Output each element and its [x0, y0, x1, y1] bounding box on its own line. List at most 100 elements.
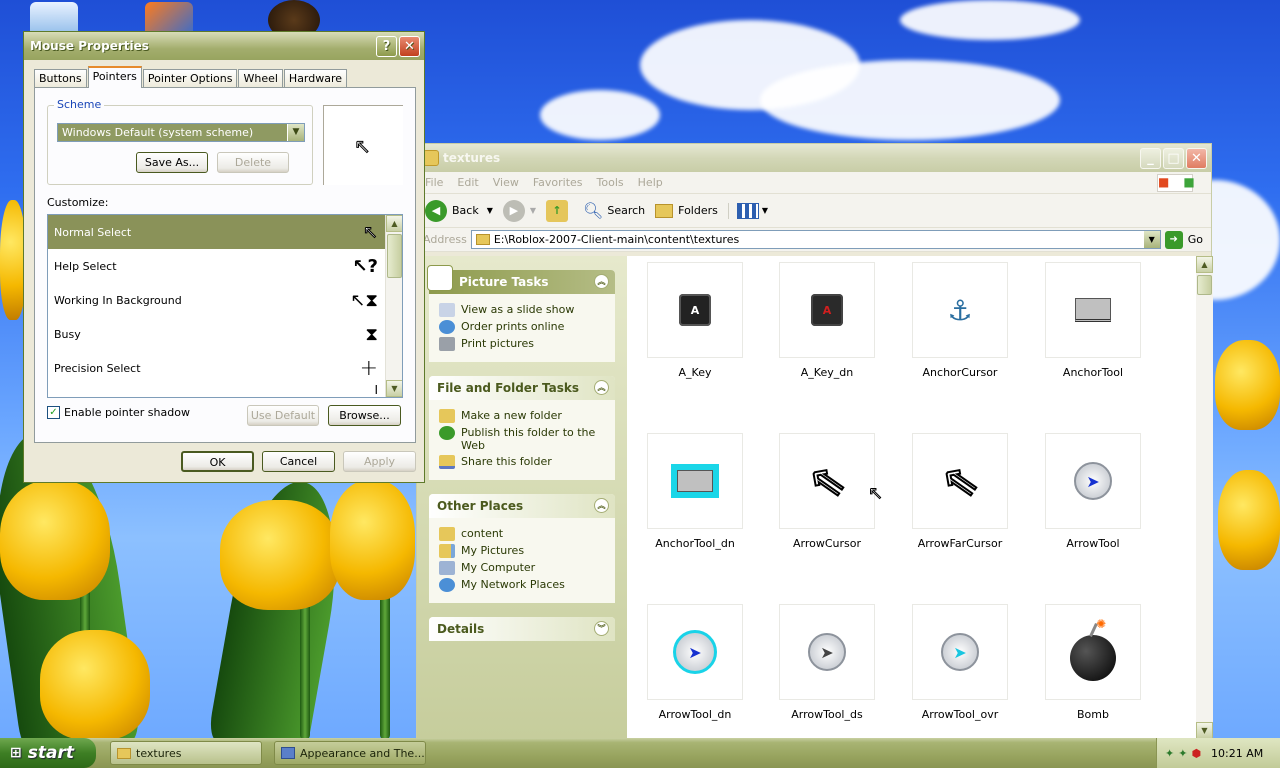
network-tray-icon[interactable]: ✦ [1165, 747, 1174, 760]
file-thumbnail[interactable]: ⇖ [779, 433, 875, 529]
pointer-shadow-checkbox[interactable]: ✓ [47, 406, 60, 419]
list-item[interactable]: I [48, 383, 402, 397]
explorer-titlebar[interactable]: textures _ □ ✕ [417, 144, 1211, 172]
file-thumbnail[interactable]: ✺ [1045, 604, 1141, 700]
list-item[interactable]: Busy ⧗ [48, 317, 402, 351]
tab-hardware[interactable]: Hardware [283, 69, 348, 88]
scheme-select[interactable]: Windows Default (system scheme) ▼ [57, 123, 305, 142]
scroll-down-icon[interactable]: ▼ [386, 380, 402, 397]
menu-edit[interactable]: Edit [457, 176, 478, 189]
tab-wheel[interactable]: Wheel [238, 69, 283, 88]
file-folder-tasks-header[interactable]: File and Folder Tasks ︽ [429, 376, 615, 400]
close-button[interactable]: ✕ [1186, 147, 1207, 169]
tab-buttons[interactable]: Buttons [34, 69, 87, 88]
taskbar-button-textures[interactable]: textures [110, 741, 262, 765]
list-scrollbar[interactable]: ▲ ▼ [385, 215, 402, 397]
dialog-titlebar[interactable]: Mouse Properties ? ✕ [24, 32, 424, 60]
forward-button[interactable]: ▶ ▼ [502, 199, 536, 222]
content-folder-link[interactable]: content [439, 527, 605, 541]
collapse-chevron-icon[interactable]: ︽ [594, 380, 609, 395]
details-header[interactable]: Details ︾ [429, 617, 615, 641]
file-thumbnail[interactable] [1045, 262, 1141, 358]
menu-favorites[interactable]: Favorites [533, 176, 583, 189]
up-folder-button[interactable]: ↑ [546, 199, 573, 222]
close-button[interactable]: ✕ [399, 35, 420, 57]
share-folder-link[interactable]: Share this folder [439, 455, 605, 469]
file-thumbnail[interactable]: ⚓ [912, 262, 1008, 358]
file-thumbnail[interactable]: ➤ [1045, 433, 1141, 529]
scroll-thumb[interactable] [387, 234, 402, 278]
address-input[interactable]: E:\Roblox-2007-Client-main\content\textu… [470, 230, 1161, 249]
file-thumbnail[interactable]: ➤ [779, 604, 875, 700]
help-button[interactable]: ? [376, 35, 397, 57]
print-pictures-link[interactable]: Print pictures [439, 337, 605, 351]
back-dropdown-icon[interactable]: ▼ [487, 206, 493, 215]
save-as-button[interactable]: Save As... [136, 152, 208, 173]
pointer-name: Help Select [54, 259, 117, 273]
menu-view[interactable]: View [493, 176, 519, 189]
other-places-header[interactable]: Other Places ︽ [429, 494, 615, 518]
arrow-tool-down-icon: ➤ [673, 630, 717, 674]
taskbar-button-appearance[interactable]: Appearance and The... [274, 741, 426, 765]
search-button[interactable]: 🔍︎ Search [583, 201, 645, 220]
picture-tasks-header[interactable]: Picture Tasks ︽ [427, 265, 615, 294]
security-tray-icon[interactable]: ✦ [1178, 747, 1187, 760]
menu-tools[interactable]: Tools [597, 176, 624, 189]
scroll-down-icon[interactable]: ▼ [1196, 722, 1213, 739]
dialog-title: Mouse Properties [30, 39, 149, 53]
slideshow-link[interactable]: View as a slide show [439, 303, 605, 317]
back-button[interactable]: ◀ Back ▼ [425, 199, 493, 222]
file-thumbnail[interactable]: ➤ [647, 604, 743, 700]
go-arrow-icon[interactable]: ➜ [1164, 230, 1183, 249]
publish-web-link[interactable]: Publish this folder to the Web [439, 426, 605, 452]
list-item[interactable]: Precision Select + [48, 351, 402, 385]
folders-button[interactable]: Folders [655, 203, 718, 218]
vertical-scrollbar[interactable]: ▲ ▼ [1196, 256, 1213, 739]
clock[interactable]: 10:21 AM [1211, 747, 1263, 760]
shield-icon[interactable]: ⬢ [1191, 747, 1201, 760]
file-thumbnail[interactable]: ⇖ [912, 433, 1008, 529]
views-button[interactable]: ▼ [727, 202, 768, 219]
delete-button[interactable]: Delete [217, 152, 289, 173]
scroll-thumb[interactable] [1197, 275, 1212, 295]
forward-dropdown-icon[interactable]: ▼ [530, 206, 536, 215]
scroll-up-icon[interactable]: ▲ [1196, 256, 1213, 273]
chevron-down-icon[interactable]: ▼ [287, 124, 304, 141]
my-network-places-link[interactable]: My Network Places [439, 578, 605, 592]
file-thumbnail[interactable] [647, 433, 743, 529]
list-item[interactable]: Help Select ↖? [48, 249, 402, 283]
my-pictures-link[interactable]: My Pictures [439, 544, 605, 558]
globe-icon [439, 320, 455, 334]
browse-button[interactable]: Browse... [328, 405, 401, 426]
ok-button[interactable]: OK [181, 451, 254, 472]
pointer-list[interactable]: Normal Select ↖ Help Select ↖? Working I… [47, 214, 403, 398]
scroll-up-icon[interactable]: ▲ [386, 215, 402, 232]
collapse-chevron-icon[interactable]: ︽ [594, 274, 609, 289]
minimize-button[interactable]: _ [1140, 147, 1161, 169]
list-item[interactable]: Working In Background ↖⧗ [48, 283, 402, 317]
file-name: A_Key_dn [800, 366, 854, 379]
menu-file[interactable]: File [425, 176, 443, 189]
new-folder-link[interactable]: Make a new folder [439, 409, 605, 423]
list-item[interactable]: Normal Select ↖ [48, 215, 402, 249]
my-computer-link[interactable]: My Computer [439, 561, 605, 575]
file-thumbnail[interactable]: ➤ [912, 604, 1008, 700]
collapse-chevron-icon[interactable]: ︽ [594, 498, 609, 513]
mouse-pointer-icon: ↖ [867, 483, 884, 505]
pointer-shadow-option[interactable]: ✓ Enable pointer shadow [47, 406, 190, 419]
tab-pointers[interactable]: Pointers [87, 66, 142, 88]
go-button[interactable]: Go [1188, 233, 1203, 246]
tab-pointer-options[interactable]: Pointer Options [142, 69, 238, 88]
maximize-button[interactable]: □ [1163, 147, 1184, 169]
address-dropdown-icon[interactable]: ▼ [1143, 231, 1160, 248]
expand-chevron-icon[interactable]: ︾ [594, 621, 609, 636]
start-button[interactable]: ⊞ start [0, 738, 96, 768]
file-thumbnail[interactable]: A [647, 262, 743, 358]
apply-button[interactable]: Apply [343, 451, 416, 472]
use-default-button[interactable]: Use Default [247, 405, 319, 426]
menu-help[interactable]: Help [638, 176, 663, 189]
cancel-button[interactable]: Cancel [262, 451, 335, 472]
file-thumbnail[interactable]: A [779, 262, 875, 358]
order-prints-link[interactable]: Order prints online [439, 320, 605, 334]
link-label: My Computer [461, 561, 536, 574]
